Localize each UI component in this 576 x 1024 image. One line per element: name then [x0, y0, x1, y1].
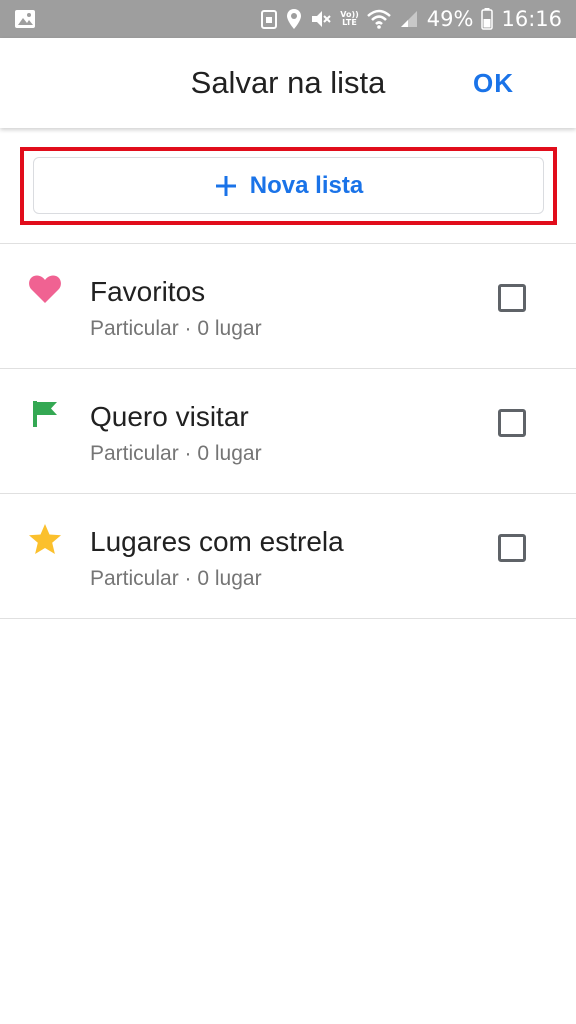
- status-bar: Vo)) LTE 49% 16:16: [0, 0, 576, 38]
- signal-icon: [399, 9, 419, 29]
- list-item-quero-visitar[interactable]: Quero visitar Particular · 0 lugar: [0, 369, 576, 493]
- android-debug-icon: [260, 8, 278, 30]
- battery-percent: 49%: [426, 7, 474, 31]
- list-title: Quero visitar: [90, 401, 249, 432]
- ok-button[interactable]: OK: [473, 38, 514, 128]
- new-list-label: Nova lista: [249, 171, 364, 199]
- lugares-com-estrela-checkbox[interactable]: [498, 534, 526, 562]
- mute-icon: [310, 8, 332, 30]
- list-subtitle: Particular · 0 lugar: [90, 442, 262, 465]
- heart-icon: [28, 272, 62, 306]
- favoritos-checkbox[interactable]: [498, 284, 526, 312]
- divider: [0, 618, 576, 619]
- new-list-button[interactable]: Nova lista: [33, 157, 544, 214]
- list-title: Favoritos: [90, 276, 206, 307]
- list-item-favoritos[interactable]: Favoritos Particular · 0 lugar: [0, 244, 576, 368]
- location-icon: [286, 8, 302, 30]
- plus-icon: [214, 174, 238, 198]
- gallery-notification-icon: [14, 9, 36, 29]
- app-header: Salvar na lista OK: [0, 38, 576, 128]
- battery-icon: [481, 8, 494, 30]
- volte-icon: Vo)) LTE: [340, 10, 359, 27]
- quero-visitar-checkbox[interactable]: [498, 409, 526, 437]
- flag-icon: [28, 397, 62, 431]
- clock: 16:16: [501, 7, 562, 31]
- list-subtitle: Particular · 0 lugar: [90, 567, 262, 590]
- star-icon: [28, 522, 62, 556]
- list-subtitle: Particular · 0 lugar: [90, 317, 262, 340]
- list-item-lugares-com-estrela[interactable]: Lugares com estrela Particular · 0 lugar: [0, 494, 576, 618]
- wifi-icon: [366, 9, 391, 29]
- list-title: Lugares com estrela: [90, 526, 344, 557]
